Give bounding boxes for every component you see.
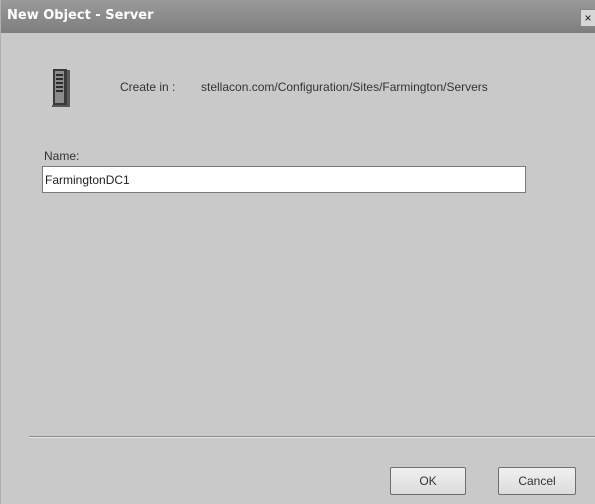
cancel-button[interactable]: Cancel <box>498 467 576 495</box>
close-button[interactable]: × <box>580 9 595 27</box>
name-label: Name: <box>44 149 80 163</box>
separator <box>29 436 595 438</box>
title-bar[interactable]: New Object - Server × <box>1 0 595 33</box>
create-in-label: Create in : <box>120 80 176 94</box>
server-icon <box>52 69 70 107</box>
window-title: New Object - Server <box>7 8 154 23</box>
name-input[interactable] <box>42 166 526 193</box>
ok-button[interactable]: OK <box>390 467 466 495</box>
create-in-path: stellacon.com/Configuration/Sites/Farmin… <box>201 80 488 94</box>
new-object-server-dialog: New Object - Server × Create in : stella… <box>0 0 595 504</box>
